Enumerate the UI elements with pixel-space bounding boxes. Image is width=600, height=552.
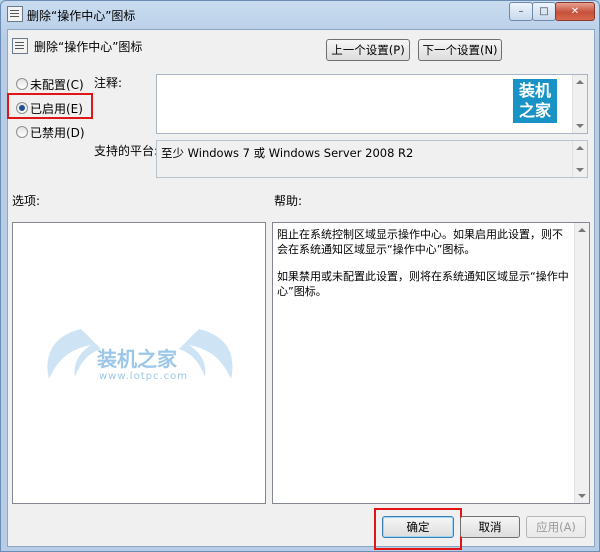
prev-setting-button[interactable]: 上一个设置(P) (326, 39, 410, 61)
enabled-highlight (7, 93, 93, 119)
minimize-button[interactable]: – (509, 2, 533, 21)
platform-value: 至少 Windows 7 或 Windows Server 2008 R2 (161, 146, 414, 160)
platform-label: 支持的平台: (94, 144, 159, 158)
title-bar[interactable]: 删除“操作中心”图标 – □ ✕ (1, 1, 599, 27)
maximize-button[interactable]: □ (532, 2, 556, 21)
next-setting-button[interactable]: 下一个设置(N) (418, 39, 502, 61)
help-paragraph-1: 阻止在系统控制区域显示操作中心。如果启用此设置，则不会在系统通知区域显示“操作中… (277, 228, 563, 256)
comment-label: 注释: (94, 76, 123, 90)
help-scrollbar[interactable] (574, 223, 589, 503)
watermark-brand: 装机之家 (97, 347, 177, 371)
scroll-up-icon[interactable] (576, 80, 584, 84)
scroll-down-icon[interactable] (576, 168, 584, 172)
close-button[interactable]: ✕ (555, 2, 595, 21)
cancel-button[interactable]: 取消 (460, 516, 520, 538)
policy-icon (7, 6, 23, 22)
scroll-down-icon[interactable] (576, 124, 584, 128)
options-pane: 装机之家 www.lotpc.com (12, 222, 266, 504)
maximize-icon: □ (539, 6, 549, 17)
ok-highlight (374, 508, 462, 550)
platform-field: 至少 Windows 7 或 Windows Server 2008 R2 (156, 140, 588, 178)
help-label: 帮助: (274, 194, 303, 208)
not-configured-radio[interactable] (16, 78, 28, 90)
setting-name: 删除“操作中心”图标 (34, 40, 143, 54)
disabled-radio[interactable] (16, 126, 28, 138)
scroll-up-icon[interactable] (576, 146, 584, 150)
disabled-label[interactable]: 已禁用(D) (30, 124, 85, 141)
watermark-logo: 装机 之家 (513, 79, 557, 123)
scroll-down-icon[interactable] (578, 494, 586, 498)
scroll-up-icon[interactable] (578, 228, 586, 232)
apply-button[interactable]: 应用(A) (526, 516, 586, 538)
help-pane: 阻止在系统控制区域显示操作中心。如果启用此设置，则不会在系统通知区域显示“操作中… (272, 222, 590, 504)
options-label: 选项: (12, 194, 41, 208)
dialog-window: 删除“操作中心”图标 – □ ✕ 删除“操作中心”图标 上一个设置(P) 下一个… (0, 0, 600, 552)
watermark-url: www.lotpc.com (99, 371, 188, 382)
setting-icon (12, 38, 28, 54)
comment-field[interactable]: 装机 之家 (156, 74, 588, 134)
logo-line2: 之家 (518, 101, 551, 120)
minimize-icon: – (518, 6, 524, 17)
help-text: 阻止在系统控制区域显示操作中心。如果启用此设置，则不会在系统通知区域显示“操作中… (277, 227, 571, 299)
close-icon: ✕ (570, 6, 580, 17)
comment-scrollbar[interactable] (572, 75, 587, 133)
platform-scrollbar[interactable] (572, 141, 587, 177)
dialog-client: 删除“操作中心”图标 上一个设置(P) 下一个设置(N) 未配置(C) 已启用(… (7, 29, 595, 550)
logo-line1: 装机 (518, 81, 551, 100)
help-paragraph-2: 如果禁用或未配置此设置，则将在系统通知区域显示“操作中心”图标。 (277, 270, 569, 298)
window-title: 删除“操作中心”图标 (27, 9, 136, 23)
not-configured-label[interactable]: 未配置(C) (30, 76, 84, 93)
